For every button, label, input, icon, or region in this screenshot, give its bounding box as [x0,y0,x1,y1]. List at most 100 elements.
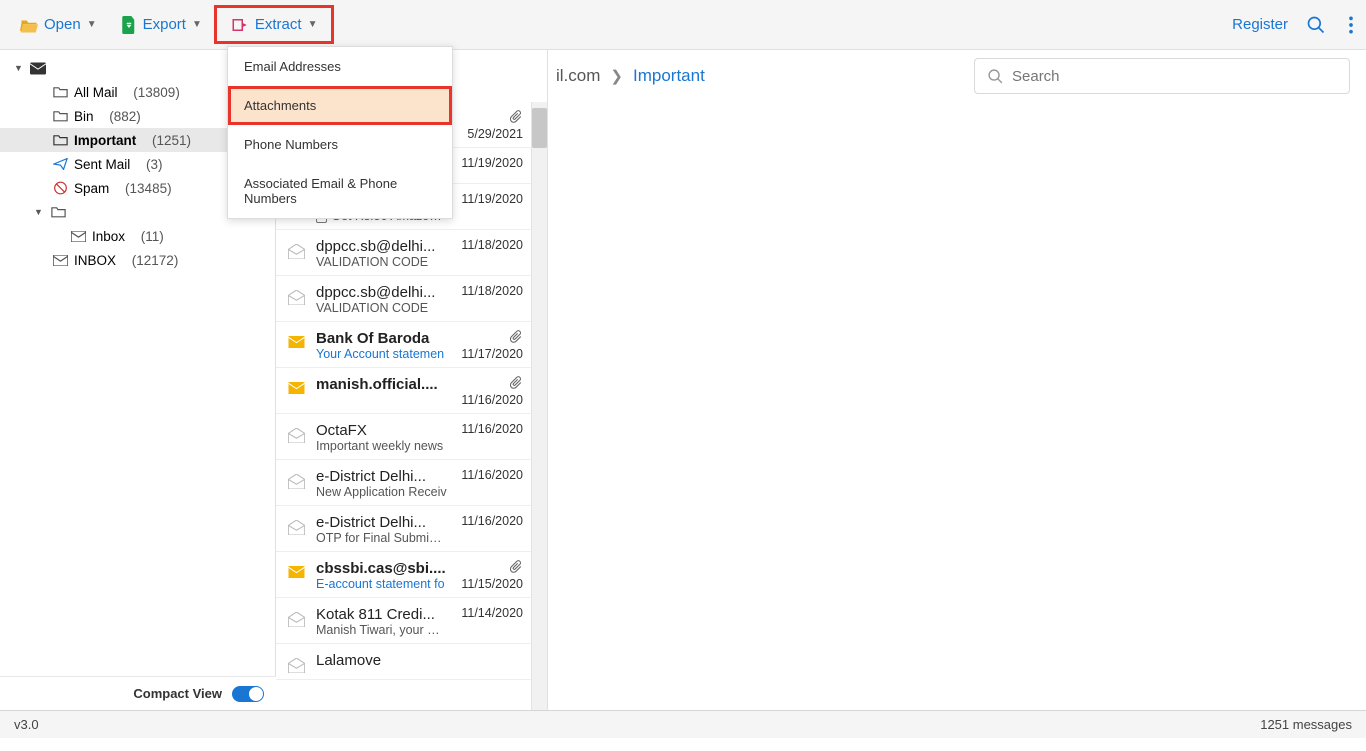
envelope-read-icon [286,652,306,673]
spam-icon [52,181,68,195]
folder-count: (3) [146,157,163,172]
status-bar: v3.0 1251 messages [0,710,1366,738]
message-subject: VALIDATION CODE [316,255,447,269]
message-row[interactable]: OctaFXImportant weekly news11/16/2020 [276,414,531,460]
folder-label: INBOX [74,253,116,268]
message-from: Lalamove [316,652,447,669]
message-list-scrollbar[interactable] [531,102,547,710]
search-icon[interactable] [1302,11,1330,39]
open-label: Open [44,16,81,33]
message-date: 11/17/2020 [461,347,523,361]
compact-view-label: Compact View [133,686,222,701]
extract-menu-email-addresses[interactable]: Email Addresses [228,47,452,86]
extract-dropdown: Email Addresses Attachments Phone Number… [227,46,453,219]
envelope-icon [52,255,68,266]
message-from: dppcc.sb@delhi... [316,284,447,301]
message-subject: E-account statement fo [316,577,447,591]
chevron-down-icon: ▼ [87,19,97,30]
message-date: 11/15/2020 [461,577,523,591]
message-meta: 11/18/2020 [457,238,523,252]
message-from: e-District Delhi... [316,468,447,485]
compact-view-toggle[interactable] [232,686,264,702]
folder-count: (12172) [132,253,179,268]
paperclip-icon [510,376,523,390]
folder-label: Sent Mail [74,157,130,172]
envelope-icon [70,231,86,242]
message-date: 11/16/2020 [461,514,523,528]
sent-icon [52,158,68,170]
message-meta: 11/16/2020 [457,468,523,482]
message-row[interactable]: manish.official.... 11/16/2020 [276,368,531,414]
message-row[interactable]: e-District Delhi...New Application Recei… [276,460,531,506]
chevron-down-icon: ▼ [14,63,24,73]
folder-count: (13485) [125,181,172,196]
folder-count: (11) [141,229,164,244]
message-date: 11/19/2020 [461,192,523,206]
folder-inbox-small[interactable]: Inbox (11) [0,224,275,248]
message-date: 11/18/2020 [461,284,523,298]
message-subject: Manish Tiwari, your Kota [316,623,447,637]
envelope-read-icon [286,468,306,489]
message-meta: 11/19/2020 [457,156,523,170]
folder-label: All Mail [74,85,118,100]
file-export-icon [121,16,137,34]
envelope-unread-icon [286,560,306,578]
envelope-read-icon [286,422,306,443]
folder-label: Important [74,133,136,148]
message-meta: 11/17/2020 [457,330,523,361]
message-meta: 11/16/2020 [457,514,523,528]
message-date: 11/18/2020 [461,238,523,252]
message-row[interactable]: cbssbi.cas@sbi....E-account statement fo… [276,552,531,598]
message-row[interactable]: Kotak 811 Credi...Manish Tiwari, your Ko… [276,598,531,644]
message-meta: 11/16/2020 [457,422,523,436]
message-date: 5/29/2021 [467,127,523,141]
search-icon [987,68,1004,85]
message-date: 11/16/2020 [461,422,523,436]
export-button[interactable]: Export ▼ [109,10,214,40]
extract-button-highlight: Extract ▼ [214,5,335,44]
message-row[interactable]: e-District Delhi...OTP for Final Submiss… [276,506,531,552]
extract-menu-phone-numbers[interactable]: Phone Numbers [228,125,452,164]
breadcrumb-tail: il.com [556,66,600,86]
content-header: il.com ❯ Important [548,50,1366,102]
search-box[interactable] [974,58,1350,94]
message-from: manish.official.... [316,376,447,393]
folder-label: Bin [74,109,94,124]
message-row[interactable]: Lalamove [276,644,531,680]
message-date: 11/19/2020 [461,156,523,170]
chevron-down-icon: ▼ [34,207,44,217]
message-row[interactable]: Bank Of BarodaYour Account statemen11/17… [276,322,531,368]
paperclip-icon [510,560,523,574]
mail-icon [30,62,46,75]
scrollbar-thumb[interactable] [532,108,547,148]
message-from: cbssbi.cas@sbi.... [316,560,447,577]
message-meta: 11/15/2020 [457,560,523,591]
breadcrumb-current[interactable]: Important [633,66,705,86]
kebab-menu-icon[interactable] [1344,11,1358,39]
envelope-unread-icon [286,330,306,348]
compact-view-toggle-bar: Compact View [0,676,276,710]
message-subject: OTP for Final Submission [316,531,447,545]
register-link[interactable]: Register [1232,16,1288,33]
extract-button[interactable]: Extract ▼ [217,8,332,41]
extract-menu-associated[interactable]: Associated Email & Phone Numbers [228,164,452,218]
message-subject: VALIDATION CODE [316,301,447,315]
extract-icon [231,17,249,33]
folder-count: (13809) [133,85,180,100]
message-row[interactable]: dppcc.sb@delhi...VALIDATION CODE11/18/20… [276,230,531,276]
message-row[interactable]: dppcc.sb@delhi...VALIDATION CODE 11/18/20… [276,276,531,322]
search-input[interactable] [1012,68,1337,85]
message-from: OctaFX [316,422,447,439]
folder-count: (1251) [152,133,191,148]
message-meta: 11/16/2020 [457,376,523,407]
message-date: 11/16/2020 [461,393,523,407]
open-button[interactable]: Open ▼ [8,10,109,39]
folder-inbox-caps[interactable]: INBOX (12172) [0,248,275,272]
message-subject: New Application Receiv [316,485,447,499]
extract-label: Extract [255,16,302,33]
folder-label: Spam [74,181,109,196]
preview-pane: il.com ❯ Important [548,50,1366,710]
message-meta: 11/19/2020 [457,192,523,206]
chevron-down-icon: ▼ [192,19,202,30]
extract-menu-attachments[interactable]: Attachments [228,86,452,125]
